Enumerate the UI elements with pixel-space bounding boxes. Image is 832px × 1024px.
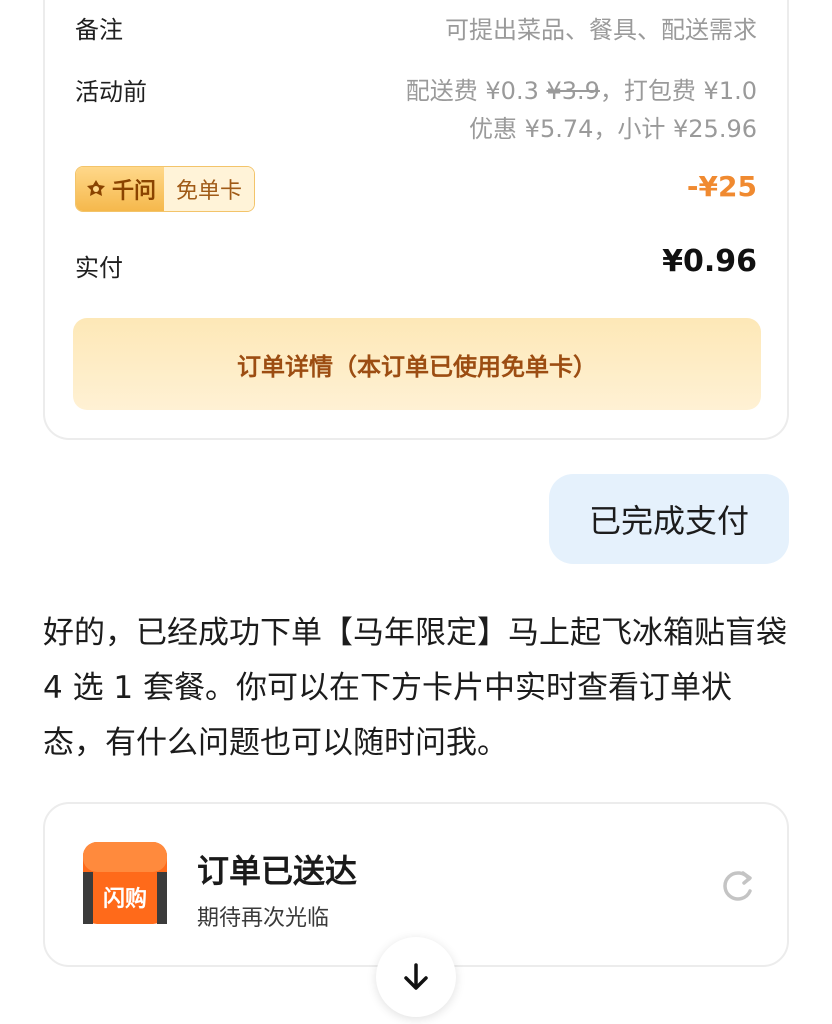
order-summary-card: 备注 可提出菜品、餐具、配送需求 活动前 配送费 ¥0.3 ¥3.9，打包费 ¥… bbox=[43, 0, 789, 440]
refresh-icon[interactable] bbox=[719, 867, 757, 905]
promo-subtotal-line: 优惠 ¥5.74，小计 ¥25.96 bbox=[469, 115, 757, 143]
coupon-brand: 千问 bbox=[76, 167, 165, 211]
scroll-to-bottom-button[interactable] bbox=[376, 937, 456, 1017]
note-placeholder[interactable]: 可提出菜品、餐具、配送需求 bbox=[445, 10, 757, 45]
assistant-reply: 好的，已经成功下单【马年限定】马上起飞冰箱贴盲袋 4 选 1 套餐。你可以在下方… bbox=[43, 615, 787, 761]
packing-fee-text: ，打包费 ¥1.0 bbox=[599, 77, 757, 105]
promo-label: 活动前 bbox=[75, 78, 147, 106]
user-message-bubble: 已完成支付 bbox=[549, 474, 789, 564]
chat-page: 备注 可提出菜品、餐具、配送需求 活动前 配送费 ¥0.3 ¥3.9，打包费 ¥… bbox=[0, 0, 832, 1024]
qianwen-logo-icon bbox=[87, 180, 105, 196]
coupon-row: 千问 免单卡 -¥25 bbox=[75, 166, 757, 214]
coupon-name: 免单卡 bbox=[164, 167, 255, 211]
free-order-coupon-badge: 千问 免单卡 bbox=[75, 166, 256, 212]
logo-text: 闪购 bbox=[103, 886, 147, 912]
promo-row: 活动前 配送费 ¥0.3 ¥3.9，打包费 ¥1.0 优惠 ¥5.74，小计 ¥… bbox=[75, 72, 757, 152]
status-title: 订单已送达 bbox=[197, 852, 358, 890]
coupon-discount: -¥25 bbox=[686, 170, 757, 203]
note-label: 备注 bbox=[75, 16, 123, 44]
promo-details: 配送费 ¥0.3 ¥3.9，打包费 ¥1.0 优惠 ¥5.74，小计 ¥25.9… bbox=[406, 72, 757, 148]
note-row[interactable]: 备注 可提出菜品、餐具、配送需求 bbox=[75, 10, 757, 46]
paid-row: 实付 ¥0.96 bbox=[75, 244, 757, 284]
delivery-fee-text: 配送费 ¥0.3 bbox=[405, 77, 547, 105]
original-delivery-fee: ¥3.9 bbox=[546, 77, 600, 105]
arrow-down-icon bbox=[404, 963, 428, 990]
orange-delivery-box-icon: 闪购 bbox=[83, 842, 167, 924]
paid-label: 实付 bbox=[75, 254, 123, 282]
promo-fees-line: 配送费 ¥0.3 ¥3.9，打包费 ¥1.0 bbox=[406, 72, 757, 110]
order-detail-button[interactable]: 订单详情（本订单已使用免单卡） bbox=[73, 318, 761, 410]
status-subtitle: 期待再次光临 bbox=[197, 906, 330, 931]
paid-amount: ¥0.96 bbox=[662, 244, 757, 279]
coupon-brand-label: 千问 bbox=[112, 179, 157, 204]
